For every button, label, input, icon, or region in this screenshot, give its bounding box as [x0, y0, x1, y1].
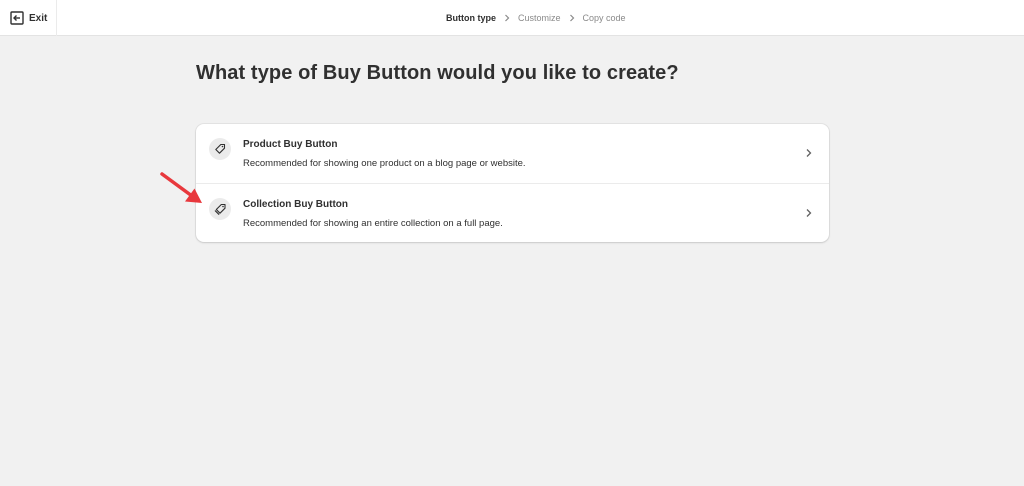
tag-icon [209, 138, 231, 160]
product-buy-button-option[interactable]: Product Buy Button Recommended for showi… [196, 124, 829, 183]
chevron-right-icon [806, 209, 812, 217]
option-description: Recommended for showing an entire collec… [243, 218, 503, 229]
option-title: Collection Buy Button [243, 199, 348, 210]
tags-icon [209, 198, 231, 220]
step-button-type[interactable]: Button type [446, 13, 496, 23]
option-description: Recommended for showing one product on a… [243, 158, 526, 169]
exit-button[interactable]: Exit [0, 0, 57, 36]
exit-label: Exit [29, 12, 48, 24]
step-copy-code[interactable]: Copy code [583, 13, 626, 23]
collection-buy-button-option[interactable]: Collection Buy Button Recommended for sh… [196, 183, 829, 242]
chevron-right-icon [569, 14, 575, 22]
step-breadcrumb: Button type Customize Copy code [446, 0, 626, 36]
button-type-options-card: Product Buy Button Recommended for showi… [196, 124, 829, 242]
red-arrow-icon [160, 172, 202, 203]
page-title: What type of Buy Button would you like t… [196, 62, 679, 84]
option-title: Product Buy Button [243, 139, 338, 150]
top-bar: Exit Button type Customize Copy code [0, 0, 1024, 36]
chevron-right-icon [504, 14, 510, 22]
step-customize[interactable]: Customize [518, 13, 561, 23]
exit-icon [10, 11, 24, 25]
chevron-right-icon [806, 149, 812, 157]
